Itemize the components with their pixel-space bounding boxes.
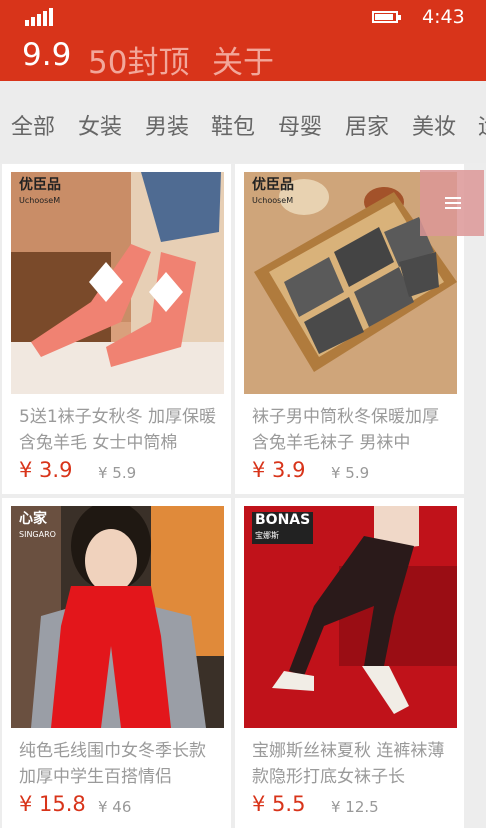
category-shoes-bags[interactable]: 鞋包 [211,109,255,141]
category-baby[interactable]: 母婴 [278,109,322,141]
category-all[interactable]: 全部 [11,109,55,141]
product-original-price: ¥ 46 [98,798,132,816]
category-women[interactable]: 女装 [78,109,122,141]
product-title: 5送1袜子女秋冬 加厚保暖含兔羊毛 女士中筒棉 [19,407,217,453]
tab-about[interactable]: 关于 [212,37,274,82]
product-title: 袜子男中筒秋冬保暖加厚含兔羊毛袜子 男袜中 [252,407,439,453]
product-image-red-scarf: 心家 SINGARO [11,506,224,728]
product-card[interactable]: 心家 SINGARO 纯色毛线围巾女冬季长款加厚中学生百搭情侣 ¥ 15.8 ¥ … [2,498,231,828]
product-title: 纯色毛线围巾女冬季长款加厚中学生百搭情侣 [19,741,206,787]
tab-50-cap[interactable]: 50封顶 [88,37,189,82]
product-original-price: ¥ 5.9 [331,464,370,482]
product-price: ¥ 5.5 [252,792,306,816]
status-time: 4:43 [422,6,465,28]
battery-icon [372,9,406,25]
brand-logo: 优臣品 UchooseM [19,177,61,206]
top-tab-bar: 9.9 50封顶 关于 [0,34,486,81]
category-sports[interactable]: 运 [478,109,486,141]
status-bar: 4:43 [0,0,486,34]
category-bar: 全部 女装 男装 鞋包 母婴 居家 美妆 运 [0,81,486,163]
product-price: ¥ 15.8 [19,792,86,816]
product-card[interactable]: BONAS 宝娜斯 宝娜斯丝袜夏秋 连裤袜薄款隐形打底女袜子长 ¥ 5.5 ¥ 1… [235,498,464,828]
brand-logo: BONAS 宝娜斯 [252,512,314,544]
product-original-price: ¥ 12.5 [331,798,379,816]
product-original-price: ¥ 5.9 [98,464,137,482]
product-price: ¥ 3.9 [19,458,73,482]
product-image-stockings: BONAS 宝娜斯 [244,506,457,728]
product-title: 宝娜斯丝袜夏秋 连裤袜薄款隐形打底女袜子长 [252,741,445,787]
product-image-socks-women: 优臣品 UchooseM [11,172,224,394]
brand-logo: 优臣品 UchooseM [252,177,294,206]
product-price: ¥ 3.9 [252,458,306,482]
menu-button[interactable] [420,170,484,236]
brand-logo: 心家 SINGARO [19,511,56,540]
category-home[interactable]: 居家 [345,109,389,141]
tab-9-9[interactable]: 9.9 [22,37,71,73]
category-men[interactable]: 男装 [145,109,189,141]
product-card[interactable]: 优臣品 UchooseM 5送1袜子女秋冬 加厚保暖含兔羊毛 女士中筒棉 ¥ 3.… [2,164,231,494]
signal-icon [25,8,55,26]
category-beauty[interactable]: 美妆 [412,109,456,141]
